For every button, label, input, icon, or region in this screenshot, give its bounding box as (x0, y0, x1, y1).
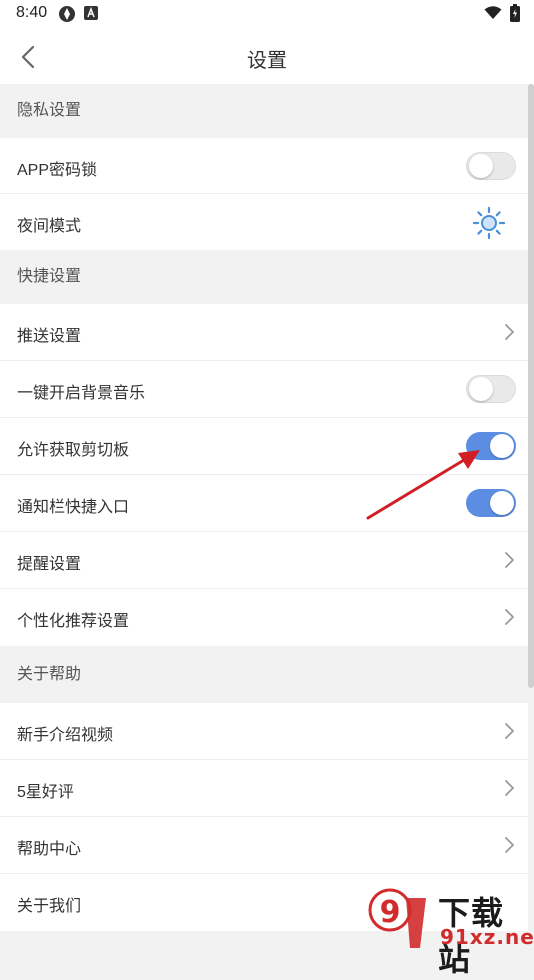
app-lock-toggle[interactable] (466, 152, 516, 180)
toggle-knob (469, 154, 493, 178)
setting-label: 提醒设置 (17, 556, 82, 573)
setting-row-recommend[interactable]: 个性化推荐设置 (0, 589, 528, 646)
setting-row-push[interactable]: 推送设置 (0, 304, 528, 361)
toggle-knob (490, 491, 514, 515)
setting-row-notif-shortcut[interactable]: 通知栏快捷入口 (0, 475, 528, 532)
setting-label: 夜间模式 (17, 218, 82, 235)
section-header-shortcuts: 快捷设置 (0, 250, 528, 304)
chevron-right-icon (505, 609, 514, 625)
a-square-icon (84, 6, 98, 20)
notif-shortcut-toggle[interactable] (466, 489, 516, 517)
wifi-icon (484, 6, 502, 19)
setting-label: 通知栏快捷入口 (17, 499, 130, 516)
chevron-right-icon (505, 324, 514, 340)
clipboard-toggle[interactable] (466, 432, 516, 460)
chevron-right-icon (505, 723, 514, 739)
nav-bar: 设置 (0, 28, 534, 84)
setting-label: 帮助中心 (17, 841, 82, 858)
status-time: 8:40 (16, 4, 48, 21)
svg-text:9: 9 (380, 895, 401, 930)
page-title: 设置 (247, 50, 287, 72)
chevron-right-icon (505, 837, 514, 853)
app-badge-icon (59, 6, 75, 22)
setting-row-clipboard[interactable]: 允许获取剪切板 (0, 418, 528, 475)
chevron-right-icon (505, 780, 514, 796)
battery-icon (510, 4, 520, 22)
setting-label: APP密码锁 (17, 162, 98, 179)
watermark-site: 91xz.net (440, 925, 534, 949)
settings-list: 隐私设置 APP密码锁 夜间模式 快捷设置 推送设置 一键开启背景音乐 允许获取… (0, 84, 528, 931)
setting-row-night-mode[interactable]: 夜间模式 (0, 194, 528, 250)
setting-row-app-lock[interactable]: APP密码锁 (0, 138, 528, 194)
setting-label: 个性化推荐设置 (17, 613, 130, 630)
setting-row-help-center[interactable]: 帮助中心 (0, 817, 528, 874)
setting-label: 允许获取剪切板 (17, 442, 130, 459)
setting-label: 推送设置 (17, 328, 82, 345)
setting-label: 5星好评 (17, 784, 74, 801)
toggle-knob (490, 434, 514, 458)
setting-label: 关于我们 (17, 898, 82, 915)
bg-music-toggle[interactable] (466, 375, 516, 403)
section-header-privacy: 隐私设置 (0, 84, 528, 138)
section-header-help: 关于帮助 (0, 646, 528, 703)
setting-label: 一键开启背景音乐 (17, 385, 146, 402)
setting-row-reminder[interactable]: 提醒设置 (0, 532, 528, 589)
setting-row-rating[interactable]: 5星好评 (0, 760, 528, 817)
scrollbar[interactable] (528, 84, 534, 688)
setting-label: 新手介绍视频 (17, 727, 114, 744)
toggle-knob (469, 377, 493, 401)
setting-row-bg-music[interactable]: 一键开启背景音乐 (0, 361, 528, 418)
chevron-right-icon (505, 552, 514, 568)
status-bar: 8:40 (0, 0, 534, 28)
setting-row-intro-video[interactable]: 新手介绍视频 (0, 703, 528, 760)
sun-icon[interactable] (472, 206, 506, 240)
